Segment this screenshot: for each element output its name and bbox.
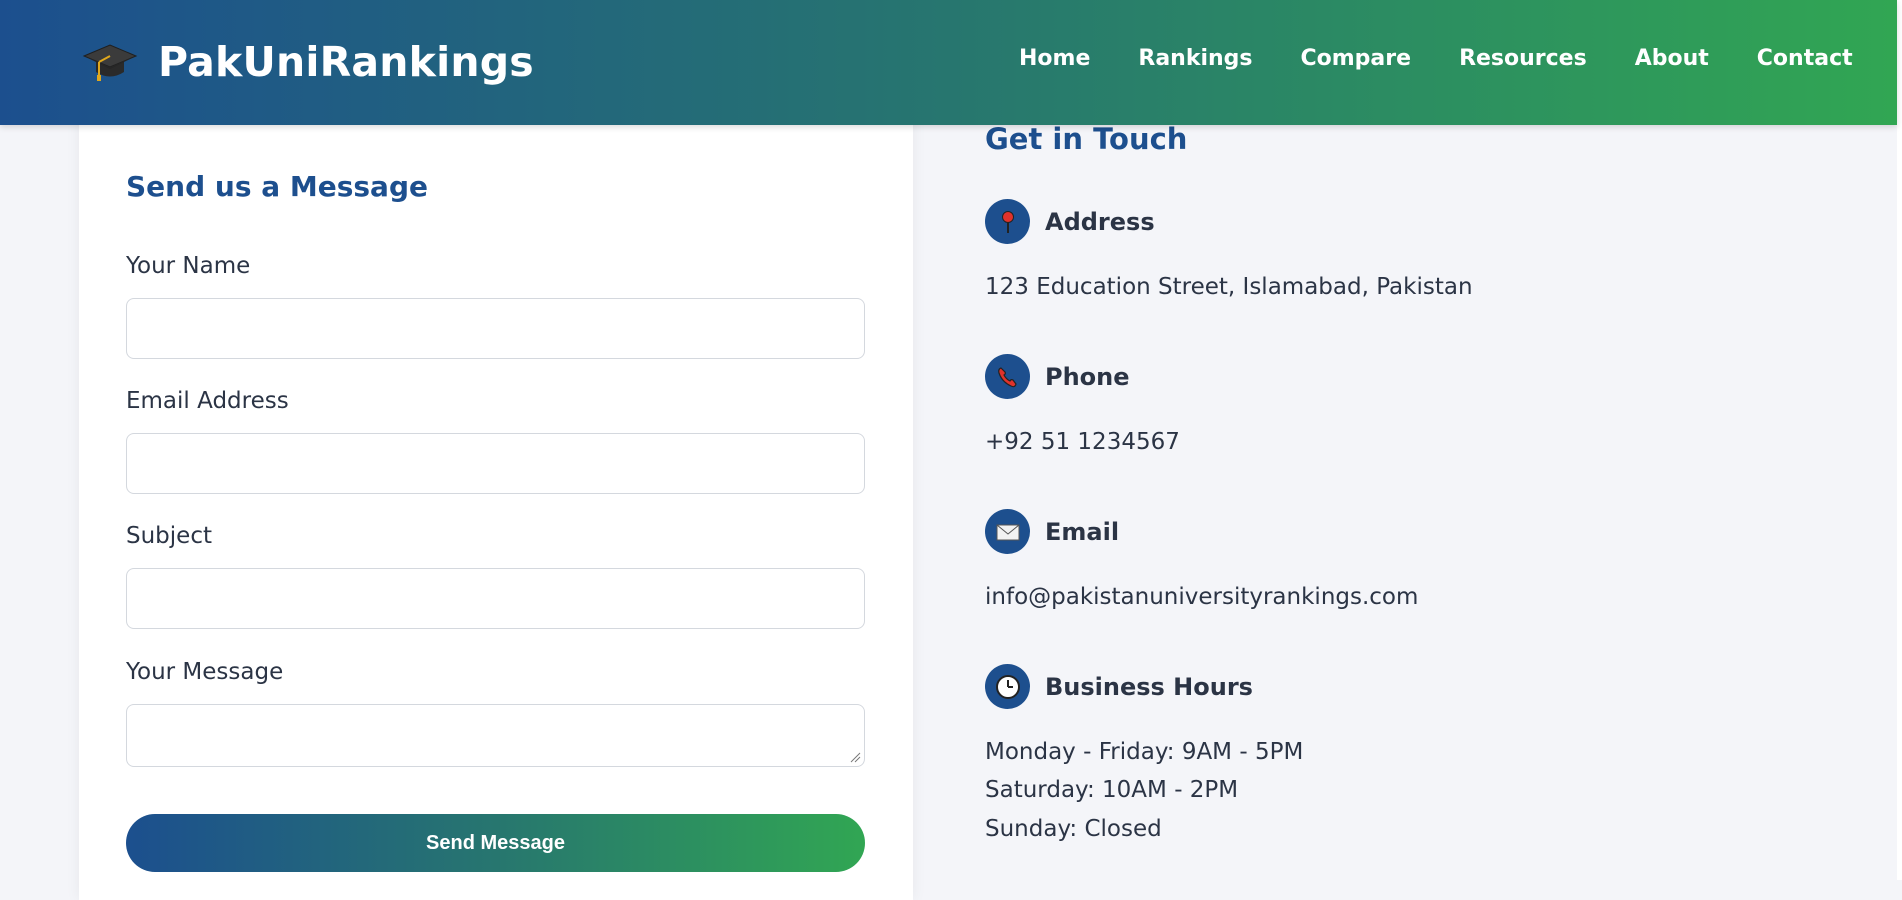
contact-info-title: Get in Touch [985, 122, 1188, 156]
hours-weekday: Monday - Friday: 9AM - 5PM [985, 739, 1304, 765]
nav-resources[interactable]: Resources [1459, 46, 1587, 71]
nav-home[interactable]: Home [1019, 46, 1090, 71]
subject-label: Subject [126, 523, 212, 549]
email-label: Email Address [126, 388, 289, 414]
name-label: Your Name [126, 253, 251, 279]
phone-heading: Phone [985, 354, 1130, 399]
subject-input[interactable] [126, 568, 865, 629]
envelope-icon [985, 509, 1030, 554]
hours-sunday: Sunday: Closed [985, 816, 1162, 842]
email-value[interactable]: info@pakistanuniversityrankings.com [985, 584, 1418, 610]
clock-icon [985, 664, 1030, 709]
phone-label: Phone [1045, 362, 1130, 391]
email-label-info: Email [1045, 517, 1120, 546]
email-input[interactable] [126, 433, 865, 494]
address-heading: Address [985, 199, 1155, 244]
pin-icon [985, 199, 1030, 244]
message-textarea[interactable] [126, 704, 865, 767]
nav-contact[interactable]: Contact [1757, 46, 1853, 71]
graduation-cap-icon [82, 44, 138, 81]
contact-form-card: Send us a Message Your Name Email Addres… [79, 110, 913, 900]
nav-rankings[interactable]: Rankings [1138, 46, 1252, 71]
main-nav: Home Rankings Compare Resources About Co… [1019, 46, 1853, 71]
address-value: 123 Education Street, Islamabad, Pakista… [985, 274, 1473, 300]
brand-logo[interactable]: PakUniRankings [82, 34, 534, 90]
send-message-button[interactable]: Send Message [126, 814, 865, 872]
resize-handle-icon[interactable] [849, 751, 861, 763]
form-title: Send us a Message [126, 170, 428, 203]
phone-icon [985, 354, 1030, 399]
address-label: Address [1045, 207, 1155, 236]
brand-name: PakUniRankings [158, 38, 534, 86]
site-header: PakUniRankings Home Rankings Compare Res… [0, 0, 1897, 125]
hours-saturday: Saturday: 10AM - 2PM [985, 777, 1239, 803]
phone-value: +92 51 1234567 [985, 429, 1180, 455]
nav-about[interactable]: About [1635, 46, 1709, 71]
scrollbar-track[interactable] [1897, 0, 1902, 880]
name-input[interactable] [126, 298, 865, 359]
nav-compare[interactable]: Compare [1301, 46, 1412, 71]
message-label: Your Message [126, 659, 284, 685]
email-heading: Email [985, 509, 1119, 554]
hours-label: Business Hours [1045, 672, 1253, 701]
hours-heading: Business Hours [985, 664, 1253, 709]
